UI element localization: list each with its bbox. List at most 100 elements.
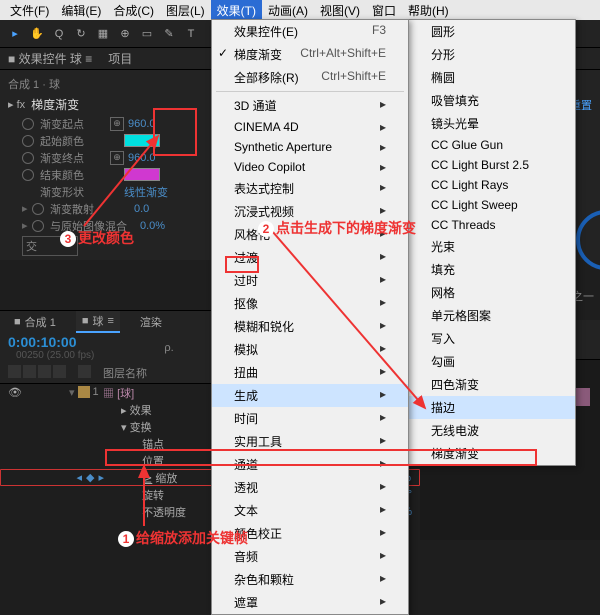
label-color[interactable] [78,386,90,398]
tab-comp1[interactable]: ■ 合成 1 [8,312,62,332]
eye-icon[interactable]: 👁 [8,386,21,399]
submenu-cell-pattern[interactable]: 单元格图案 [409,304,575,327]
submenu-cc-threads[interactable]: CC Threads [409,215,575,235]
submenu-cc-glue-gun[interactable]: CC Glue Gun [409,135,575,155]
menu-item-text[interactable]: 文本▸ [212,499,408,522]
menu-item-utility[interactable]: 实用工具▸ [212,430,408,453]
stopwatch-icon[interactable] [22,135,34,147]
submenu-scribble[interactable]: 勾画 [409,350,575,373]
menu-item-stylize[interactable]: 风格化▸ [212,223,408,246]
submenu-cc-light-sweep[interactable]: CC Light Sweep [409,195,575,215]
menu-item-perspective[interactable]: 透视▸ [212,476,408,499]
prop-value[interactable]: 960.0 [128,152,156,164]
menu-item-color-correction[interactable]: 颜色校正▸ [212,522,408,545]
crosshair-icon[interactable]: ⊕ [110,117,124,131]
menu-item-transition[interactable]: 过渡▸ [212,246,408,269]
submenu-lens-flare[interactable]: 镜头光晕 [409,112,575,135]
menu-file[interactable]: 文件(F) [4,0,55,21]
submenu-fill[interactable]: 填充 [409,258,575,281]
submenu-4color[interactable]: 四色渐变 [409,373,575,396]
tab-project[interactable]: 项目 [108,50,132,67]
layer-search[interactable]: ρ. [164,342,173,354]
tab-effect-controls[interactable]: ■ 效果控件 球 ≡ [8,50,92,67]
prop-value[interactable]: 960.0 [128,118,156,130]
submenu-circle[interactable]: 圆形 [409,20,575,43]
menu-item-last-effect[interactable]: ✓梯度渐变Ctrl+Alt+Shift+E [212,43,408,66]
menu-window[interactable]: 窗口 [366,0,402,21]
swap-colors-input[interactable]: 交 [22,236,78,256]
effect-toggle-icon[interactable]: ▸ fx [8,98,25,111]
submenu-stroke[interactable]: 描边 [409,396,575,419]
stopwatch-icon[interactable] [32,220,44,232]
menu-item-audio[interactable]: 音频▸ [212,545,408,568]
submenu-radio-waves[interactable]: 无线电波 [409,419,575,442]
keyframe-add-icon[interactable]: ◆ [86,471,94,484]
crosshair-icon[interactable]: ⊕ [110,151,124,165]
hand-tool-icon[interactable]: ✋ [28,25,46,43]
menu-edit[interactable]: 编辑(E) [55,0,107,21]
menu-help[interactable]: 帮助(H) [402,0,455,21]
prop-value[interactable]: 0.0% [140,220,165,232]
prop-value[interactable]: 0.0 [134,203,149,215]
keyframe-nav-prev-icon[interactable]: ◂ [76,471,82,484]
submenu-cc-light-burst[interactable]: CC Light Burst 2.5 [409,155,575,175]
menu-item-obsolete[interactable]: 过时▸ [212,269,408,292]
prop-value[interactable]: 线性渐变 [124,184,168,200]
menu-item-cinema4d[interactable]: CINEMA 4D▸ [212,117,408,137]
menu-effect[interactable]: 效果(T) [211,0,262,21]
menu-item-matte[interactable]: 遮罩▸ [212,591,408,614]
submenu-eyedropper-fill[interactable]: 吸管填充 [409,89,575,112]
timecode-display[interactable]: 0:00:10:00 [8,334,94,350]
menu-item-noise[interactable]: 杂色和颗粒▸ [212,568,408,591]
menu-item-effect-controls[interactable]: 效果控件(E)F3 [212,20,408,43]
menu-item-blur[interactable]: 模糊和锐化▸ [212,315,408,338]
submenu-beam[interactable]: 光束 [409,235,575,258]
audio-column-icon[interactable] [23,365,36,378]
stopwatch-icon[interactable] [22,152,34,164]
menu-view[interactable]: 视图(V) [314,0,366,21]
eye-column-icon[interactable] [8,365,21,378]
menu-layer[interactable]: 图层(L) [160,0,211,21]
expand-icon[interactable]: ▸ [22,202,32,215]
menu-item-immersive[interactable]: 沉浸式视频▸ [212,200,408,223]
stopwatch-icon[interactable] [32,203,44,215]
submenu-fractal[interactable]: 分形 [409,43,575,66]
menu-item-3d-channel[interactable]: 3D 通道▸ [212,94,408,117]
menu-item-distort[interactable]: 扭曲▸ [212,361,408,384]
selection-tool-icon[interactable]: ▸ [6,25,24,43]
menu-item-expression[interactable]: 表达式控制▸ [212,177,408,200]
text-tool-icon[interactable]: T [182,25,200,43]
color-swatch-start[interactable] [124,134,160,147]
menu-item-remove-all[interactable]: 全部移除(R)Ctrl+Shift+E [212,66,408,89]
menu-animation[interactable]: 动画(A) [262,0,314,21]
menu-item-simulation[interactable]: 模拟▸ [212,338,408,361]
menu-item-time[interactable]: 时间▸ [212,407,408,430]
menu-comp[interactable]: 合成(C) [107,0,160,21]
lock-column-icon[interactable] [53,365,66,378]
submenu-write-on[interactable]: 写入 [409,327,575,350]
stopwatch-icon[interactable] [22,169,34,181]
submenu-grid[interactable]: 网格 [409,281,575,304]
submenu-ellipse[interactable]: 椭圆 [409,66,575,89]
label-column-icon[interactable] [78,365,91,378]
tab-render[interactable]: 渲染 [134,312,168,332]
stopwatch-icon[interactable] [22,118,34,130]
menu-item-generate[interactable]: 生成▸ [212,384,408,407]
menu-item-synthetic[interactable]: Synthetic Aperture▸ [212,137,408,157]
pen-tool-icon[interactable]: ✎ [160,25,178,43]
solo-column-icon[interactable] [38,365,51,378]
tab-ball[interactable]: ■ 球 ≡ [76,311,120,333]
anchor-tool-icon[interactable]: ⊕ [116,25,134,43]
menu-item-channel[interactable]: 通道▸ [212,453,408,476]
menu-item-keying[interactable]: 抠像▸ [212,292,408,315]
rotate-tool-icon[interactable]: ↻ [72,25,90,43]
submenu-gradient-ramp[interactable]: 梯度渐变 [409,442,575,465]
effect-name[interactable]: 梯度渐变 [31,96,79,113]
expand-icon[interactable]: ▾ [69,386,75,399]
color-swatch-end[interactable] [124,168,160,181]
expand-icon[interactable]: ▸ [22,219,32,232]
shape-tool-icon[interactable]: ▭ [138,25,156,43]
submenu-cc-light-rays[interactable]: CC Light Rays [409,175,575,195]
camera-tool-icon[interactable]: ▦ [94,25,112,43]
menu-item-videocopilot[interactable]: Video Copilot▸ [212,157,408,177]
